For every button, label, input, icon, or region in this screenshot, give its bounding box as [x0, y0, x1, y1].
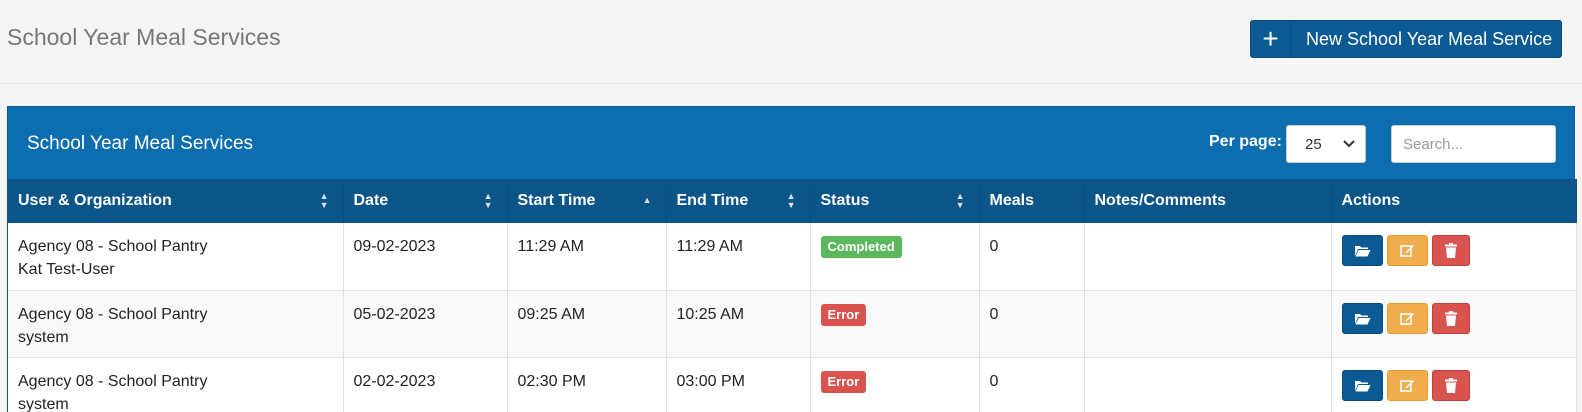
user-name: system	[18, 395, 69, 412]
meal-services-table: User & Organization ▲ ▼ Date ▲ ▼ Start Tim…	[8, 179, 1577, 412]
column-header-meals: Meals	[979, 179, 1085, 223]
page-title: School Year Meal Services	[7, 24, 281, 50]
folder-open-icon	[1354, 380, 1370, 391]
cell-start-time: 11:29 AM	[507, 223, 667, 291]
organization-name: Agency 08 - School Pantry	[18, 305, 208, 323]
cell-end-time: 03:00 PM	[666, 357, 811, 412]
cell-status: Error	[810, 357, 980, 412]
column-header-start-time[interactable]: Start Time ▲	[507, 179, 667, 223]
edit-button[interactable]	[1386, 302, 1428, 334]
organization-name: Agency 08 - School Pantry	[18, 238, 208, 255]
trash-icon	[1444, 310, 1457, 326]
panel-heading: School Year Meal Services Per page: 25	[8, 107, 1574, 179]
new-meal-service-label: New School Year Meal Service	[1306, 28, 1553, 49]
cell-start-time: 09:25 AM	[507, 290, 667, 358]
plus-icon: +	[1251, 21, 1291, 57]
edit-icon	[1399, 312, 1414, 325]
view-button[interactable]	[1341, 369, 1383, 401]
trash-icon	[1444, 377, 1457, 393]
table-header-row: User & Organization ▲ ▼ Date ▲ ▼ Start Tim…	[8, 179, 1577, 223]
cell-notes	[1084, 223, 1332, 291]
cell-meals: 0	[979, 290, 1085, 358]
column-header-date[interactable]: Date ▲ ▼	[343, 179, 508, 223]
cell-notes	[1084, 357, 1332, 412]
cell-date: 02-02-2023	[343, 357, 508, 412]
edit-icon	[1399, 379, 1414, 392]
row-actions	[1341, 369, 1566, 401]
search-input[interactable]	[1391, 125, 1556, 163]
organization-name: Agency 08 - School Pantry	[18, 372, 208, 390]
cell-end-time: 10:25 AM	[666, 290, 811, 358]
view-button[interactable]	[1341, 302, 1383, 334]
folder-open-icon	[1354, 313, 1370, 324]
cell-actions	[1331, 357, 1577, 412]
cell-date: 05-02-2023	[343, 290, 508, 358]
column-header-status[interactable]: Status ▲ ▼	[810, 179, 980, 223]
table-row: Agency 08 - School Pantry Kat Test-User …	[8, 223, 1577, 291]
edit-button[interactable]	[1386, 369, 1428, 401]
view-button[interactable]	[1341, 235, 1383, 266]
delete-button[interactable]	[1431, 302, 1470, 334]
cell-user-org: Agency 08 - School Pantry system	[8, 357, 344, 412]
per-page-value: 25	[1305, 135, 1322, 153]
per-page-label: Per page:	[1209, 133, 1282, 150]
sort-icon: ▲ ▼	[483, 191, 493, 210]
cell-date: 09-02-2023	[343, 223, 508, 291]
folder-open-icon	[1354, 246, 1370, 257]
panel-title: School Year Meal Services	[27, 133, 254, 154]
column-header-user-org[interactable]: User & Organization ▲ ▼	[8, 179, 344, 223]
sort-icon: ▲ ▼	[319, 191, 329, 210]
cell-status: Error	[810, 290, 980, 358]
page-header: School Year Meal Services + New School Y…	[0, 0, 1582, 84]
cell-actions	[1331, 223, 1577, 291]
trash-icon	[1444, 243, 1457, 258]
status-badge: Error	[820, 303, 867, 326]
new-meal-service-button[interactable]: + New School Year Meal Service	[1250, 20, 1562, 58]
sort-icon: ▲ ▼	[786, 191, 796, 210]
column-header-notes: Notes/Comments	[1084, 179, 1332, 223]
cell-notes	[1084, 290, 1332, 358]
cell-meals: 0	[979, 357, 1085, 412]
cell-start-time: 02:30 PM	[507, 357, 667, 412]
cell-status: Completed	[810, 223, 980, 291]
table-row: Agency 08 - School Pantry system 05-02-2…	[8, 290, 1577, 358]
status-badge: Error	[820, 370, 867, 393]
column-header-actions: Actions	[1331, 179, 1577, 223]
delete-button[interactable]	[1431, 369, 1470, 401]
row-actions	[1341, 235, 1566, 266]
column-header-end-time[interactable]: End Time ▲ ▼	[666, 179, 811, 223]
chevron-down-icon	[1343, 137, 1355, 151]
meal-services-panel: School Year Meal Services Per page: 25 U…	[7, 106, 1577, 412]
status-badge: Completed	[820, 236, 902, 258]
edit-icon	[1399, 245, 1414, 257]
sort-ascending-icon: ▲	[642, 195, 652, 205]
user-name: system	[18, 328, 69, 346]
row-actions	[1341, 302, 1566, 334]
cell-user-org: Agency 08 - School Pantry Kat Test-User	[8, 223, 344, 291]
cell-user-org: Agency 08 - School Pantry system	[8, 290, 344, 358]
cell-meals: 0	[979, 223, 1085, 291]
sort-icon: ▲ ▼	[955, 191, 965, 210]
cell-actions	[1331, 290, 1577, 358]
cell-end-time: 11:29 AM	[666, 223, 811, 291]
user-name: Kat Test-User	[18, 261, 115, 278]
edit-button[interactable]	[1386, 235, 1428, 266]
delete-button[interactable]	[1431, 235, 1470, 266]
per-page-select[interactable]: 25	[1286, 125, 1366, 163]
table-row: Agency 08 - School Pantry system 02-02-2…	[8, 357, 1577, 412]
